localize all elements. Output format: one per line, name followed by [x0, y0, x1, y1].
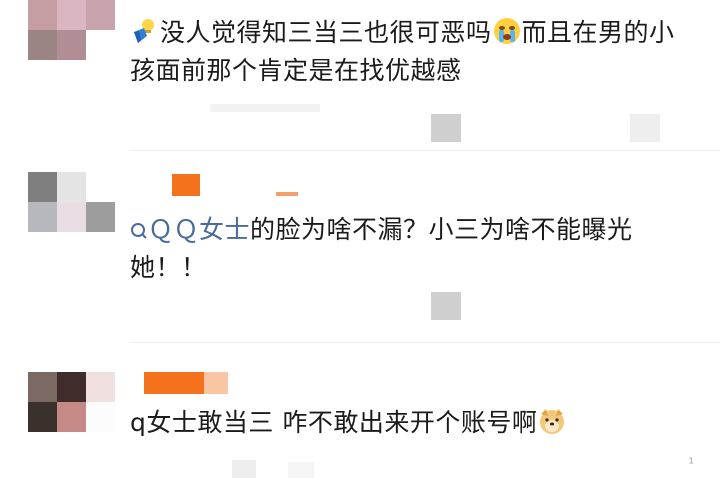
- search-icon: [131, 223, 147, 239]
- avatar[interactable]: [28, 0, 116, 60]
- like-button[interactable]: [431, 292, 461, 320]
- crying-face-icon: [492, 16, 522, 46]
- reply-button[interactable]: [288, 462, 314, 478]
- doge-face-icon: [537, 406, 567, 436]
- blurred-meta: [210, 104, 320, 112]
- avatar[interactable]: [28, 372, 116, 432]
- mention-link[interactable]: ＱＱ女士: [130, 215, 250, 244]
- comment-text: 没人觉得知三当三也很可恶吗 而且在男的小孩面前那个肯定是在找优越感: [130, 14, 690, 90]
- username-bar[interactable]: [172, 174, 312, 196]
- avatar[interactable]: [28, 172, 116, 232]
- comment-text-main: q女士敢当三 咋不敢出来开个账号啊: [130, 408, 538, 437]
- divider: [130, 342, 720, 343]
- comment-text: ＱＱ女士的脸为啥不漏？小三为啥不能曝光她！！: [130, 211, 690, 287]
- mention-label: ＱＱ女士: [148, 215, 251, 244]
- divider: [130, 150, 720, 151]
- reply-button[interactable]: [630, 114, 660, 142]
- comment-text-main: 没人觉得知三当三也很可恶吗: [160, 18, 492, 47]
- like-button[interactable]: [232, 460, 256, 478]
- thumbs-down-lightbulb-icon: [130, 16, 160, 46]
- scroll-indicator: ¹: [688, 456, 694, 472]
- like-button[interactable]: [431, 114, 461, 142]
- comment-text: q女士敢当三 咋不敢出来开个账号啊: [130, 404, 690, 442]
- username-bar[interactable]: [144, 372, 234, 394]
